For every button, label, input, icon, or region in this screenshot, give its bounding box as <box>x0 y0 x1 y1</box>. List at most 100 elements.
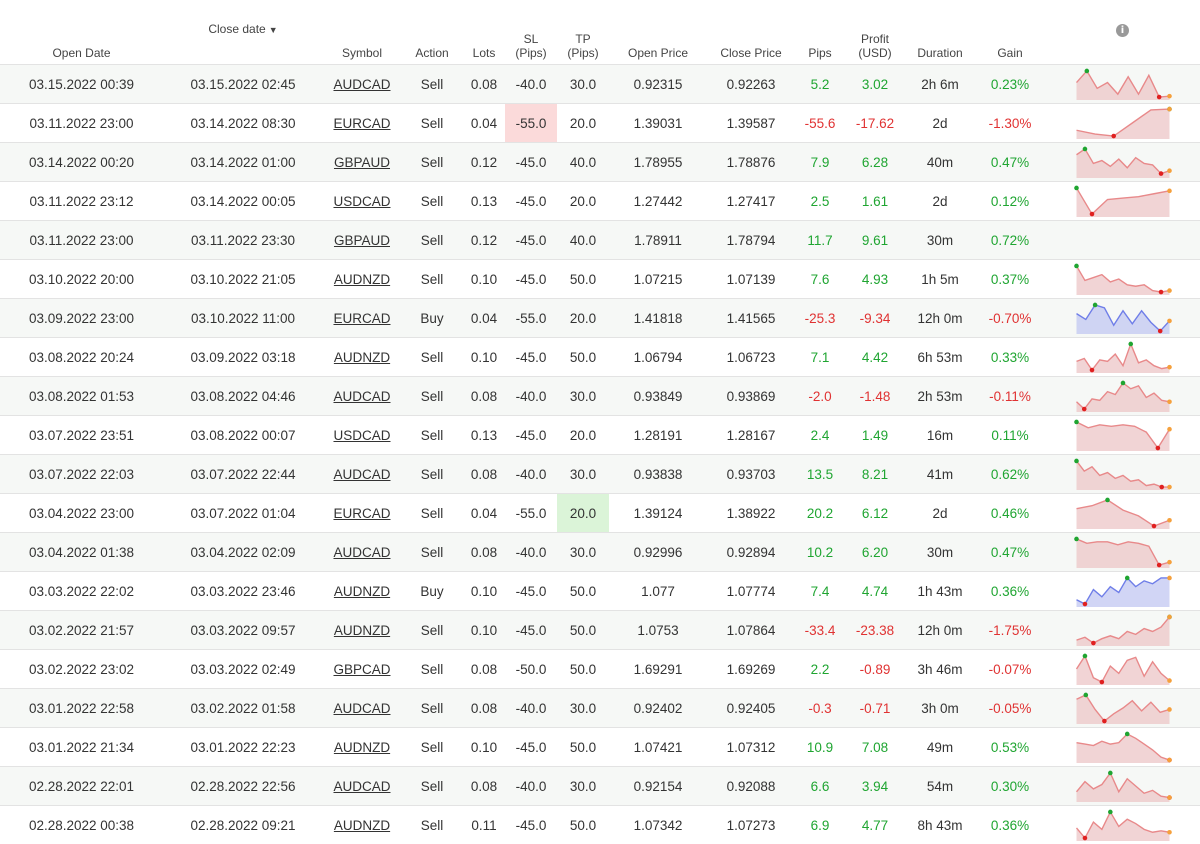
sparkline-min-marker <box>1111 134 1116 139</box>
open-date-cell: 03.11.2022 23:00 <box>0 104 163 143</box>
sparkline-min-marker <box>1091 641 1096 646</box>
trade-history-table: Open Date Close date▼ Symbol Action Lots… <box>0 0 1200 844</box>
symbol-link[interactable]: AUDCAD <box>333 779 390 794</box>
lots-cell: 0.08 <box>463 767 505 806</box>
col-close-date-label: Close date <box>208 22 265 36</box>
close-date-cell: 03.14.2022 08:30 <box>163 104 323 143</box>
symbol-link[interactable]: AUDNZD <box>334 740 390 755</box>
gain-cell: 0.72% <box>975 221 1045 260</box>
symbol-link[interactable]: USDCAD <box>333 194 390 209</box>
tp-cell: 40.0 <box>557 143 609 182</box>
action-cell: Sell <box>401 260 463 299</box>
duration-cell: 30m <box>905 533 975 572</box>
col-pips[interactable]: Pips <box>795 0 845 65</box>
col-open-date[interactable]: Open Date <box>0 0 163 65</box>
sparkline-max-marker <box>1074 420 1079 425</box>
duration-cell: 54m <box>905 767 975 806</box>
pips-cell: 2.5 <box>795 182 845 221</box>
symbol-link[interactable]: AUDNZD <box>334 818 390 833</box>
col-close-price[interactable]: Close Price <box>707 0 795 65</box>
symbol-cell: AUDCAD <box>323 455 401 494</box>
pips-cell: 7.4 <box>795 572 845 611</box>
close-date-cell: 03.09.2022 03:18 <box>163 338 323 377</box>
close-price-cell: 1.07139 <box>707 260 795 299</box>
symbol-link[interactable]: EURCAD <box>333 311 390 326</box>
col-open-price[interactable]: Open Price <box>609 0 707 65</box>
open-date-cell: 03.07.2022 23:51 <box>0 416 163 455</box>
pips-cell: 6.9 <box>795 806 845 844</box>
chart-cell <box>1045 650 1200 689</box>
pips-cell: -25.3 <box>795 299 845 338</box>
col-tp-unit: (Pips) <box>567 46 598 60</box>
symbol-link[interactable]: AUDCAD <box>333 701 390 716</box>
table-row: 03.01.2022 22:5803.02.2022 01:58AUDCADSe… <box>0 689 1200 728</box>
chart-cell <box>1045 728 1200 767</box>
gain-cell: 0.46% <box>975 494 1045 533</box>
col-symbol[interactable]: Symbol <box>323 0 401 65</box>
sparkline-end-marker <box>1167 758 1172 763</box>
col-gain[interactable]: Gain <box>975 0 1045 65</box>
sparkline-max-marker <box>1105 498 1110 503</box>
sparkline-end-marker <box>1167 485 1172 490</box>
col-close-date[interactable]: Close date▼ <box>163 0 323 65</box>
open-date-cell: 03.02.2022 23:02 <box>0 650 163 689</box>
profit-cell: -1.48 <box>845 377 905 416</box>
lots-cell: 0.08 <box>463 650 505 689</box>
symbol-cell: EURCAD <box>323 299 401 338</box>
trade-sparkline <box>1074 340 1172 374</box>
open-price-cell: 0.92154 <box>609 767 707 806</box>
symbol-cell: AUDCAD <box>323 65 401 104</box>
col-sl[interactable]: SL(Pips) <box>505 0 557 65</box>
tp-cell: 20.0 <box>557 104 609 143</box>
symbol-link[interactable]: AUDNZD <box>334 350 390 365</box>
col-duration[interactable]: Duration <box>905 0 975 65</box>
close-date-cell: 03.03.2022 23:46 <box>163 572 323 611</box>
sparkline-end-marker <box>1167 707 1172 712</box>
trade-sparkline <box>1074 145 1172 179</box>
table-row: 03.14.2022 00:2003.14.2022 01:00GBPAUDSe… <box>0 143 1200 182</box>
table-row: 03.07.2022 22:0303.07.2022 22:44AUDCADSe… <box>0 455 1200 494</box>
pips-cell: 10.2 <box>795 533 845 572</box>
action-cell: Sell <box>401 611 463 650</box>
open-date-cell: 03.08.2022 20:24 <box>0 338 163 377</box>
close-price-cell: 1.78876 <box>707 143 795 182</box>
symbol-link[interactable]: USDCAD <box>333 428 390 443</box>
col-action[interactable]: Action <box>401 0 463 65</box>
symbol-link[interactable]: GBPCAD <box>333 662 390 677</box>
symbol-link[interactable]: GBPAUD <box>334 233 390 248</box>
col-lots[interactable]: Lots <box>463 0 505 65</box>
symbol-link[interactable]: EURCAD <box>333 116 390 131</box>
open-price-cell: 1.39031 <box>609 104 707 143</box>
sparkline-end-marker <box>1167 560 1172 565</box>
close-price-cell: 1.07864 <box>707 611 795 650</box>
chart-cell <box>1045 104 1200 143</box>
symbol-cell: AUDNZD <box>323 806 401 844</box>
duration-cell: 2h 53m <box>905 377 975 416</box>
close-date-cell: 03.15.2022 02:45 <box>163 65 323 104</box>
col-tp[interactable]: TP(Pips) <box>557 0 609 65</box>
lots-cell: 0.10 <box>463 260 505 299</box>
symbol-link[interactable]: AUDCAD <box>333 77 390 92</box>
symbol-link[interactable]: AUDCAD <box>333 545 390 560</box>
col-profit[interactable]: Profit(USD) <box>845 0 905 65</box>
sparkline-area <box>1076 383 1169 412</box>
symbol-link[interactable]: GBPAUD <box>334 155 390 170</box>
sparkline-area <box>1076 695 1169 724</box>
chart-cell <box>1045 65 1200 104</box>
gain-cell: 0.33% <box>975 338 1045 377</box>
symbol-link[interactable]: EURCAD <box>333 506 390 521</box>
symbol-cell: AUDNZD <box>323 338 401 377</box>
sparkline-min-marker <box>1082 836 1087 841</box>
lots-cell: 0.10 <box>463 338 505 377</box>
info-icon[interactable]: i <box>1116 24 1129 37</box>
symbol-link[interactable]: AUDNZD <box>334 584 390 599</box>
symbol-cell: GBPAUD <box>323 221 401 260</box>
pips-cell: 7.6 <box>795 260 845 299</box>
symbol-link[interactable]: AUDNZD <box>334 272 390 287</box>
symbol-link[interactable]: AUDNZD <box>334 623 390 638</box>
symbol-link[interactable]: AUDCAD <box>333 389 390 404</box>
profit-cell: 6.28 <box>845 143 905 182</box>
trade-sparkline <box>1074 808 1172 842</box>
symbol-link[interactable]: AUDCAD <box>333 467 390 482</box>
open-price-cell: 0.93838 <box>609 455 707 494</box>
